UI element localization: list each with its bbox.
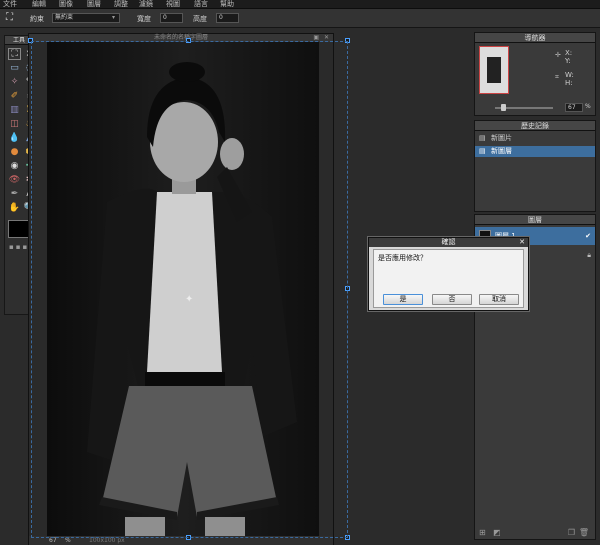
chevron-down-icon[interactable]: ▾ [112, 14, 115, 21]
history-panel: 歷史記錄 ▤ 新圖片 ▤ 新圖層 [474, 120, 596, 212]
width-label: 寬度 [137, 15, 151, 23]
dialog-title-bar: 確認 ✕ [369, 238, 528, 247]
constraint-label: 約束 [30, 15, 44, 23]
zoom-slider-thumb[interactable] [501, 104, 506, 111]
document-window: 未命名的名稱字圖層 ▣ ✕ ✦ 67 % 100x100 px [28, 33, 334, 545]
gradient-icon[interactable]: ▥ [8, 104, 21, 116]
dialog-title: 確認 [441, 238, 456, 246]
tools-panel-title: 工具 [13, 37, 26, 44]
navigator-zoom-input[interactable]: 67 [565, 103, 583, 112]
confirm-dialog: 確認 ✕ 是否應用修改？ 是 否 取消 [368, 237, 529, 311]
history-item[interactable]: ▤ 新圖片 [475, 133, 595, 144]
document-title-bar: 未命名的名稱字圖層 ▣ ✕ [29, 34, 333, 42]
crop-tool-icon[interactable]: ⛶ [6, 12, 18, 24]
document-size: 100x100 px [89, 537, 125, 544]
dialog-body: 是否應用修改？ 是 否 取消 [373, 249, 524, 308]
menu-layer[interactable]: 圖層 [87, 0, 101, 9]
eraser-icon[interactable]: ◫ [8, 118, 21, 130]
document-zoom-unit: % [65, 537, 71, 544]
transform-handle[interactable] [28, 38, 33, 43]
height-label: 高度 [193, 15, 207, 23]
transform-handle[interactable] [345, 535, 350, 540]
image-canvas[interactable]: ✦ [47, 42, 319, 536]
visibility-check-icon[interactable]: ✔ [585, 227, 591, 245]
menu-filter[interactable]: 濾鏡 [139, 0, 153, 9]
svg-text:✦: ✦ [185, 294, 193, 305]
picker-icon[interactable]: ✒ [8, 188, 21, 200]
hand-icon[interactable]: ✋ [8, 202, 21, 214]
yes-button[interactable]: 是 [383, 294, 423, 305]
history-item-label: 新圖層 [491, 147, 512, 155]
history-item-selected[interactable]: ▤ 新圖層 [475, 146, 595, 157]
menu-view[interactable]: 視圖 [166, 0, 180, 9]
navigator-y-label: Y: [565, 57, 571, 65]
layers-header: 圖層 [475, 215, 595, 225]
layers-title: 圖層 [528, 216, 542, 224]
new-layer-icon[interactable]: ❐ [568, 528, 575, 537]
close-icon[interactable]: ✕ [519, 238, 525, 247]
navigator-title: 導航器 [524, 34, 546, 42]
lock-icon[interactable]: 🔒︎ [587, 246, 591, 264]
history-header: 歷史記錄 [475, 121, 595, 131]
navigator-header: 導航器 [475, 33, 595, 43]
dodge-icon[interactable]: ● [8, 146, 21, 158]
history-item-label: 新圖片 [491, 134, 512, 142]
navigator-w-label: W: [565, 71, 574, 79]
menu-adjust[interactable]: 調整 [114, 0, 128, 9]
crop-icon[interactable]: ⛶ [8, 48, 21, 60]
menu-help[interactable]: 幫助 [220, 0, 234, 9]
document-zoom[interactable]: 67 [49, 536, 57, 545]
constraint-select[interactable]: 無約束 [52, 13, 120, 23]
navigator-thumbnail[interactable] [479, 46, 509, 94]
dialog-message: 是否應用修改？ [378, 254, 427, 262]
brush-icon[interactable]: ✐ [8, 90, 21, 102]
menu-edit[interactable]: 編輯 [32, 0, 46, 9]
transform-handle[interactable] [345, 38, 350, 43]
document-title: 未命名的名稱字圖層 [153, 34, 208, 41]
crosshair-icon: ✛ [555, 51, 561, 59]
sponge-icon[interactable]: ◉ [8, 160, 21, 172]
document-status-bar: 67 % 100x100 px [29, 536, 333, 545]
layer-options-icon[interactable]: ⊞ [479, 528, 486, 537]
layer-icon: ▤ [479, 147, 486, 155]
document-icon: ▤ [479, 134, 486, 142]
options-bar: ⛶ 約束 無約束 ▾ 寬度 0 高度 0 [0, 9, 600, 28]
navigator-zoom-unit: % [585, 103, 591, 110]
marquee-icon[interactable]: ▭ [8, 62, 21, 74]
history-title: 歷史記錄 [521, 122, 549, 130]
transform-handle[interactable] [186, 535, 191, 540]
trash-icon[interactable]: 🗑︎ [579, 528, 589, 537]
drop-icon[interactable]: 💧 [8, 132, 21, 144]
redeye-icon[interactable]: 👁 [8, 174, 21, 186]
menu-language[interactable]: 語言 [194, 0, 208, 9]
window-close-icon[interactable]: ✕ [324, 34, 329, 42]
window-maximize-icon[interactable]: ▣ [313, 34, 319, 42]
navigator-panel: 導航器 ✛ X: Y: ⌗ W: H: 67 % [474, 32, 596, 116]
no-button[interactable]: 否 [432, 294, 472, 305]
navigator-h-label: H: [565, 79, 573, 87]
navigator-x-label: X: [565, 49, 573, 57]
wand-icon[interactable]: ✧ [8, 76, 21, 88]
layer-mask-icon[interactable]: ◩ [493, 528, 501, 537]
transform-handle[interactable] [345, 286, 350, 291]
menu-file[interactable]: 文件 [3, 0, 17, 9]
width-input[interactable]: 0 [160, 13, 183, 23]
cancel-button[interactable]: 取消 [479, 294, 519, 305]
height-input[interactable]: 0 [216, 13, 239, 23]
size-icon: ⌗ [555, 73, 559, 81]
photo-subject: ✦ [47, 42, 319, 536]
menu-bar: 文件 編輯 圖像 圖層 調整 濾鏡 視圖 語言 幫助 [0, 0, 600, 9]
transform-handle[interactable] [186, 38, 191, 43]
menu-image[interactable]: 圖像 [59, 0, 73, 9]
